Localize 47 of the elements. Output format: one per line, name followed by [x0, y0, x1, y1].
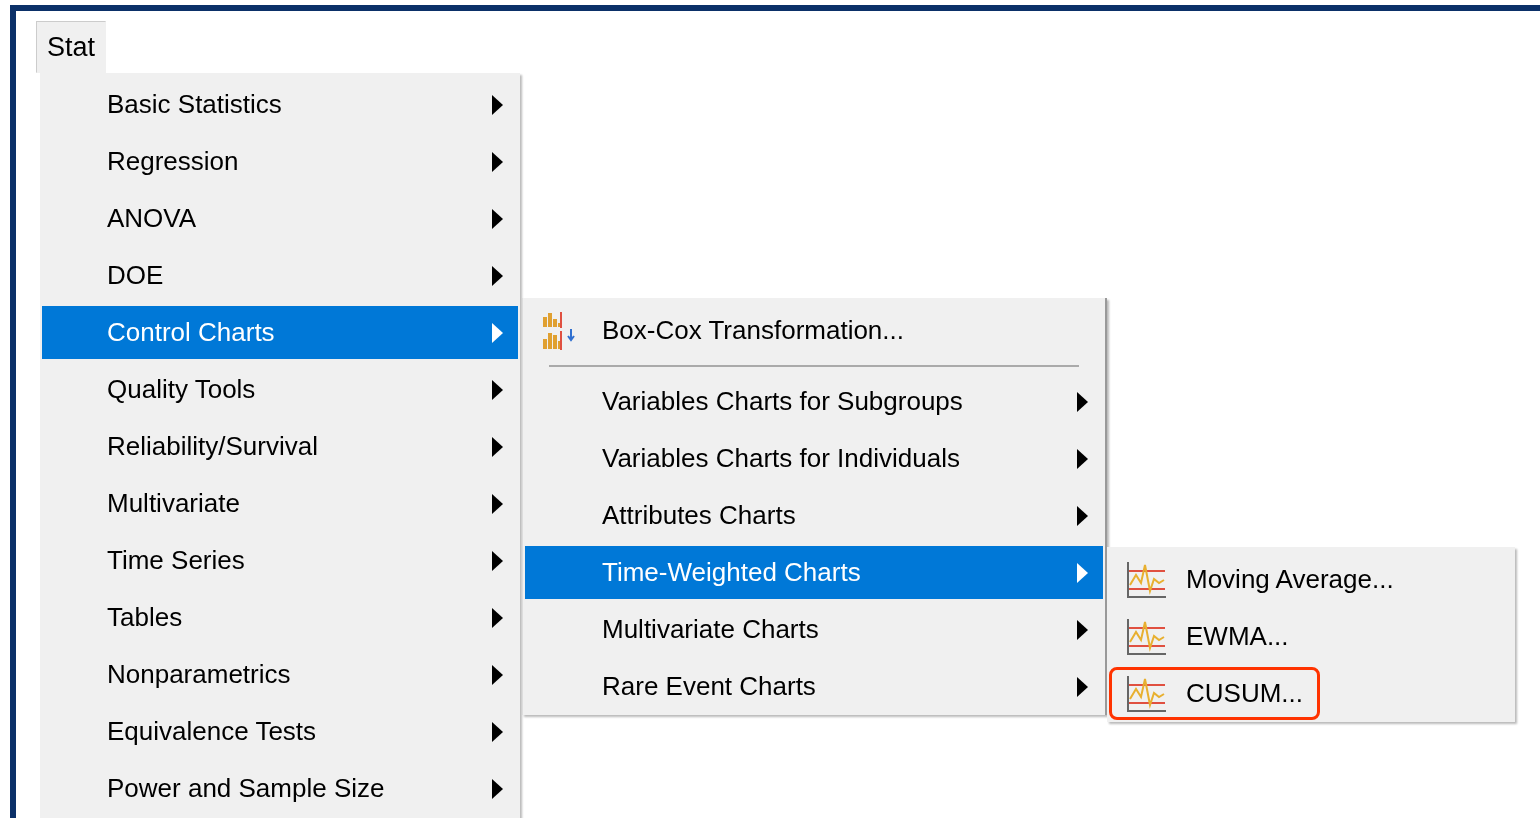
submenu-arrow-icon — [492, 208, 503, 229]
submenu-arrow-icon — [492, 550, 503, 571]
menu-bar-item[interactable]: Stat — [36, 21, 107, 73]
menu-item[interactable]: Equivalence Tests — [42, 705, 518, 758]
menu-item[interactable]: Regression — [42, 135, 518, 188]
menu-item[interactable]: Tables — [42, 591, 518, 644]
line-chart-icon — [1126, 560, 1166, 599]
submenu-arrow-icon — [492, 265, 503, 286]
submenu-arrow-icon — [1077, 619, 1088, 640]
menu-item[interactable]: Variables Charts for Individuals — [525, 432, 1103, 485]
submenu-arrow-icon — [492, 607, 503, 628]
menu-item[interactable]: Power and Sample Size — [42, 762, 518, 815]
submenu-arrow-icon — [492, 493, 503, 514]
submenu-arrow-icon — [492, 151, 503, 172]
menu-item[interactable]: Rare Event Charts — [525, 660, 1103, 713]
menu-item[interactable]: Multivariate — [42, 477, 518, 530]
menu-item[interactable]: Time Series — [42, 534, 518, 587]
menu-item[interactable]: DOE — [42, 249, 518, 302]
submenu-arrow-icon — [492, 322, 503, 343]
submenu-arrow-icon — [1077, 676, 1088, 697]
submenu-arrow-icon — [492, 778, 503, 799]
menu-item[interactable]: Reliability/Survival — [42, 420, 518, 473]
menu-item[interactable]: Multivariate Charts — [525, 603, 1103, 656]
menu-item[interactable]: Variables Charts for Subgroups — [525, 375, 1103, 428]
line-chart-icon — [1126, 617, 1166, 656]
menu-item[interactable]: EWMA... — [1109, 610, 1513, 663]
submenu-arrow-icon — [492, 436, 503, 457]
histogram-icon — [542, 310, 578, 351]
menu-item[interactable]: Attributes Charts — [525, 489, 1103, 542]
submenu-arrow-icon — [1077, 448, 1088, 469]
menu-item[interactable]: ANOVA — [42, 192, 518, 245]
submenu-arrow-icon — [1077, 562, 1088, 583]
menu-item[interactable]: Moving Average... — [1109, 553, 1513, 606]
submenu-arrow-icon — [1077, 505, 1088, 526]
menu-item[interactable]: Quality Tools — [42, 363, 518, 416]
menu-item[interactable]: Time-Weighted Charts — [525, 546, 1103, 599]
menu-item[interactable]: Nonparametrics — [42, 648, 518, 701]
submenu-arrow-icon — [1077, 391, 1088, 412]
line-chart-icon — [1126, 674, 1166, 713]
menu-item[interactable]: Box-Cox Transformation... — [525, 304, 1103, 357]
submenu-arrow-icon — [492, 94, 503, 115]
submenu-arrow-icon — [492, 664, 503, 685]
menu-item[interactable]: Control Charts — [42, 306, 518, 359]
submenu-arrow-icon — [492, 379, 503, 400]
menu-item[interactable]: CUSUM... — [1109, 667, 1320, 720]
submenu-arrow-icon — [492, 721, 503, 742]
menu-item[interactable]: Basic Statistics — [42, 78, 518, 131]
